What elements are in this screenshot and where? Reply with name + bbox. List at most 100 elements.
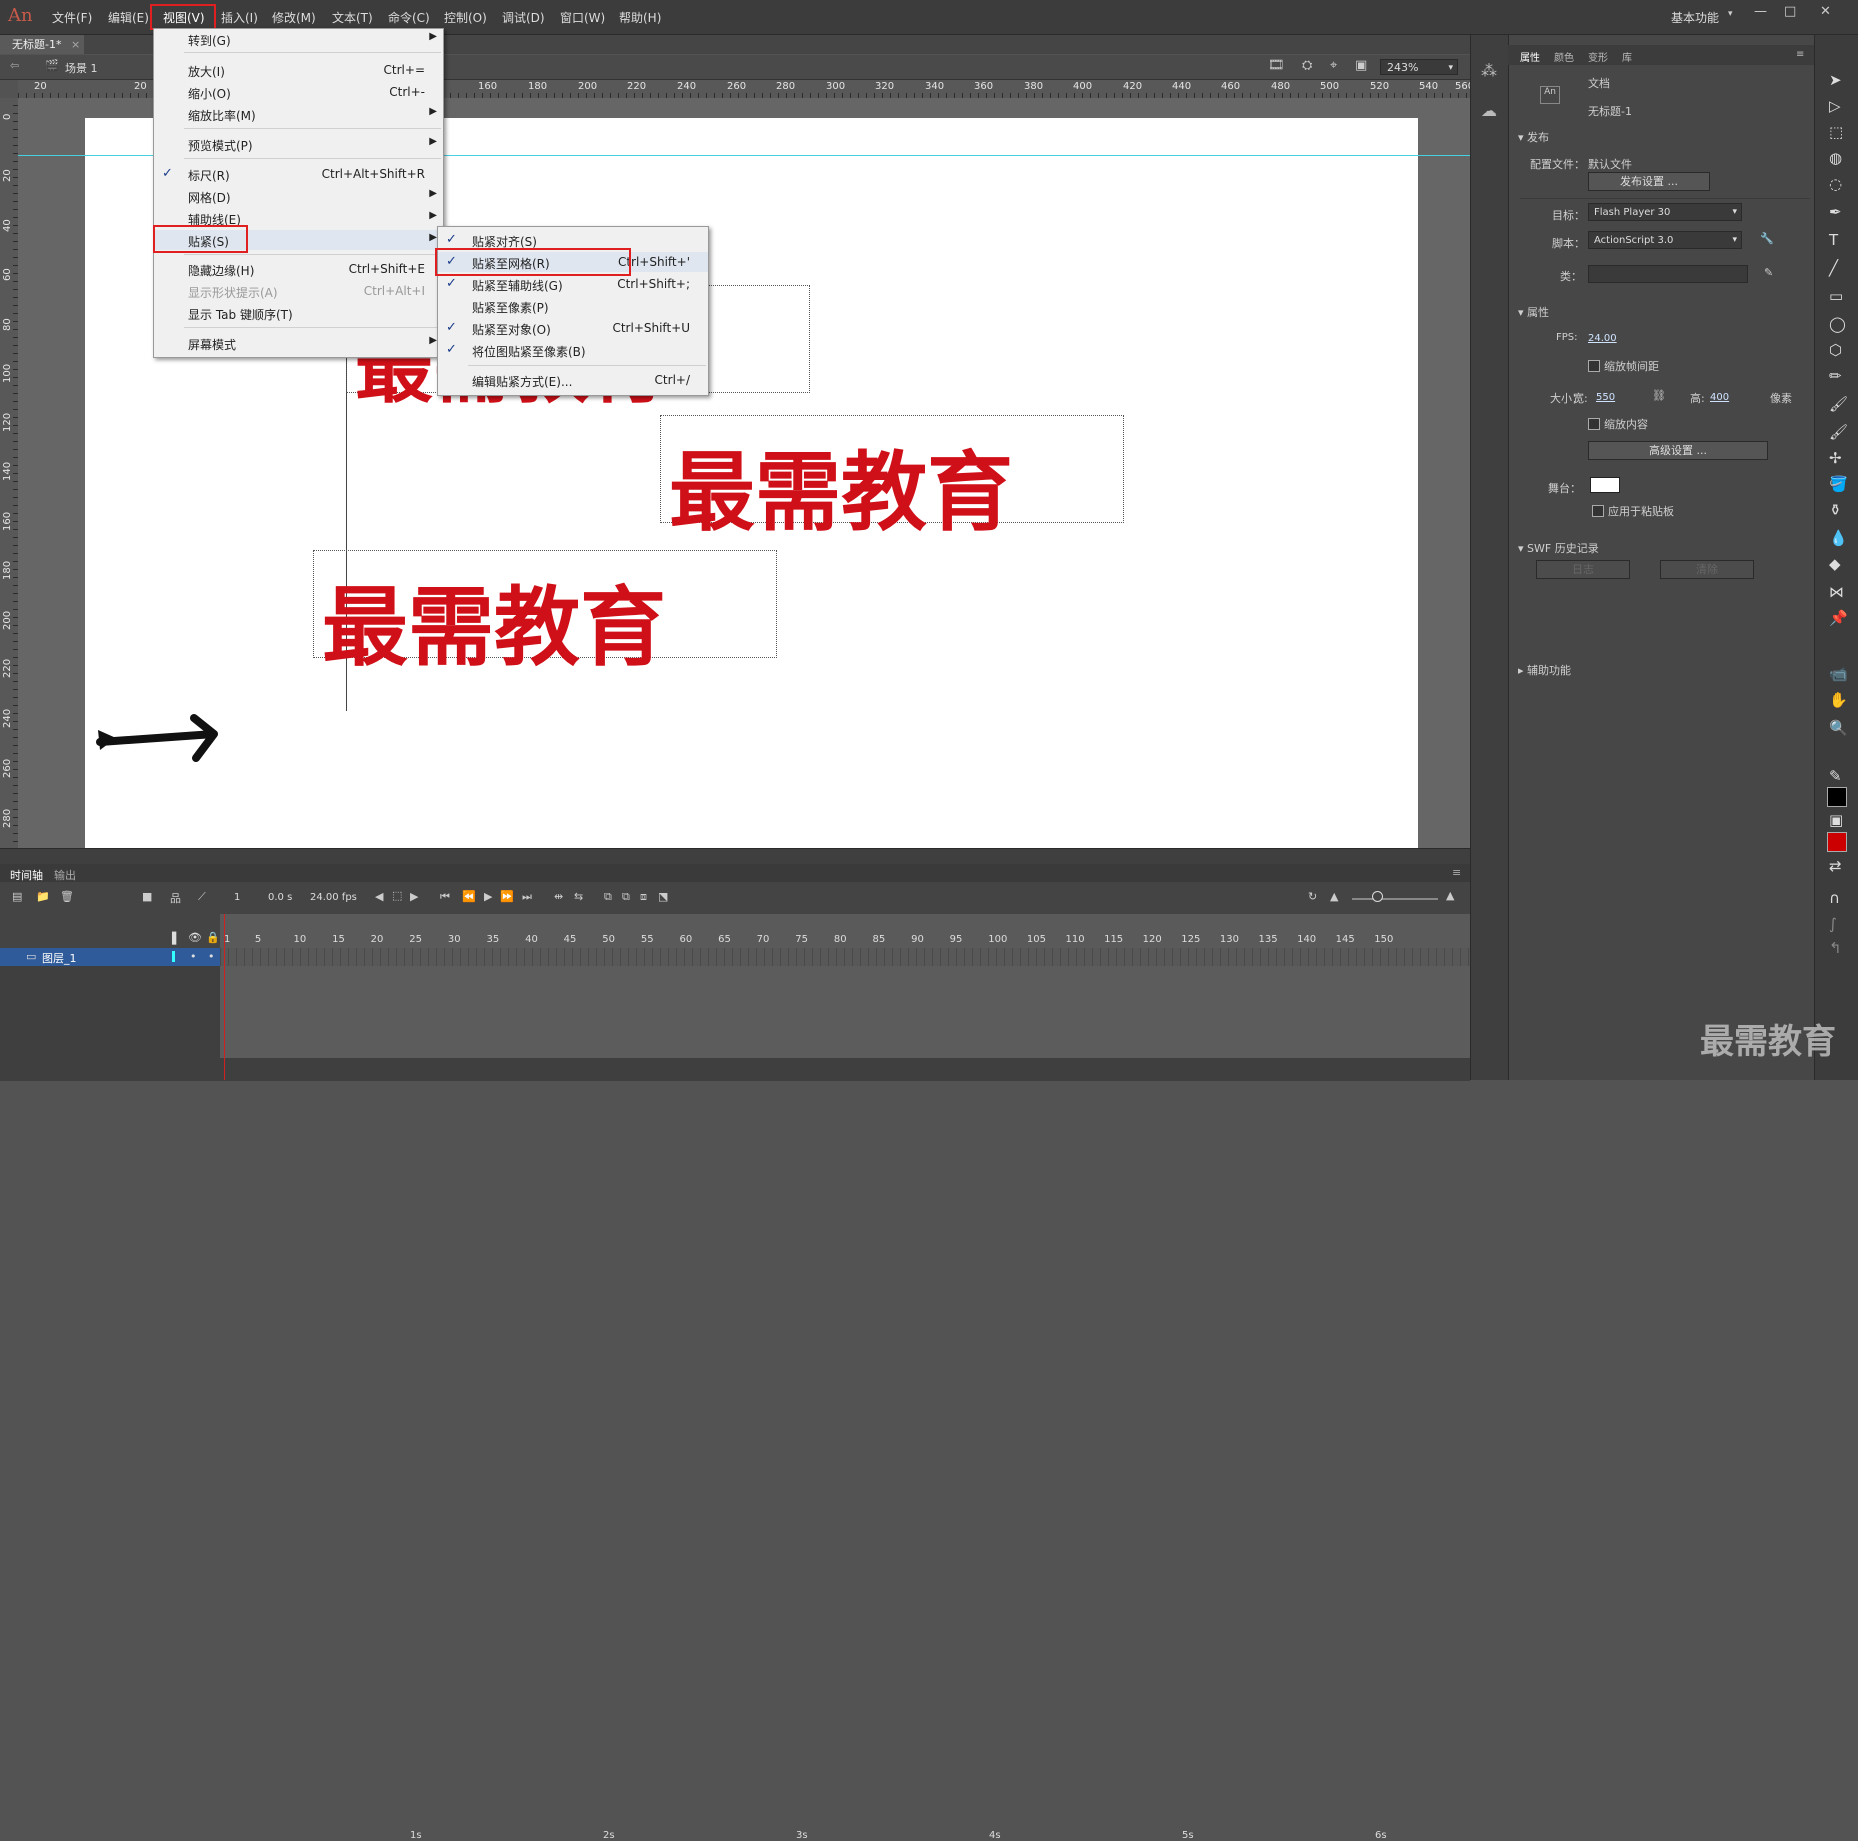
snap-bitmap-to-pixels[interactable]: ✓ 将位图贴紧至像素(B)	[438, 340, 708, 360]
components-icon[interactable]: ⁂	[1481, 61, 1497, 80]
zoom-tool-icon[interactable]: 🔍	[1829, 719, 1848, 737]
polystar-tool-icon[interactable]: ⬡	[1829, 341, 1842, 359]
menu-modify[interactable]: 修改(M)	[272, 9, 316, 26]
tab-properties[interactable]: 属性	[1520, 49, 1540, 64]
delete-layer-icon[interactable]: 🗑	[60, 890, 74, 903]
minimize-icon[interactable]: —	[1754, 4, 1767, 19]
text-box-3[interactable]: 最需教育	[313, 550, 777, 678]
link-icon[interactable]: ⛓	[1652, 389, 1666, 402]
stroke-color-swatch[interactable]	[1827, 787, 1847, 807]
lasso-tool-icon[interactable]: ◌	[1829, 175, 1842, 193]
workspace-switcher[interactable]: 基本功能	[1671, 9, 1719, 26]
eraser-tool-icon[interactable]: ◆	[1829, 555, 1841, 573]
rectangle-tool-icon[interactable]: ▭	[1829, 287, 1843, 305]
tab-transform[interactable]: 变形	[1588, 49, 1608, 64]
menu-help[interactable]: 帮助(H)	[619, 9, 661, 26]
layer-color-indicator[interactable]	[172, 951, 175, 962]
maximize-icon[interactable]: □	[1784, 4, 1796, 19]
onion-skin-icon[interactable]: ⧉	[604, 890, 612, 904]
paint-bucket-tool-icon[interactable]: 🪣	[1829, 475, 1848, 493]
refresh-icon[interactable]: ↻	[1308, 890, 1317, 903]
apply-clipboard-checkbox[interactable]	[1592, 505, 1604, 517]
timeline-zoom-slider[interactable]	[1352, 898, 1438, 900]
subselection-tool-icon[interactable]: ▷	[1829, 97, 1841, 115]
tab-color[interactable]: 颜色	[1554, 49, 1574, 64]
view-menu-zoom-in[interactable]: 放大(I) Ctrl+=	[154, 60, 443, 80]
wrench-icon[interactable]: 🔧	[1760, 232, 1774, 245]
camera-tool-icon[interactable]: 📹	[1829, 665, 1848, 683]
view-menu-magnification[interactable]: 缩放比率(M) ▶	[154, 104, 443, 124]
view-menu-preview-mode[interactable]: 预览模式(P) ▶	[154, 134, 443, 154]
step-back-icon[interactable]: ⏪	[462, 890, 476, 903]
tab-timeline[interactable]: 时间轴	[10, 867, 43, 883]
class-input[interactable]	[1588, 265, 1748, 283]
timeline-fps[interactable]: 24.00 fps	[310, 892, 357, 903]
current-frame[interactable]: 1	[234, 892, 240, 903]
layer-row[interactable]: ▭ 图层_1 • •	[0, 948, 220, 966]
timeline-menu-icon[interactable]: ≡	[1452, 866, 1461, 879]
edit-scene-icon[interactable]: 🎞	[1268, 58, 1285, 73]
stage-color-swatch[interactable]	[1590, 477, 1620, 493]
target-select[interactable]: Flash Player 30 ▾	[1588, 203, 1742, 221]
layer-parenting-icon[interactable]: 品	[170, 890, 181, 906]
back-arrow-icon[interactable]: ⇦	[10, 59, 19, 72]
modify-markers-icon[interactable]: ⬔	[658, 890, 668, 903]
insert-marker-icon[interactable]: ⬚	[392, 889, 402, 902]
document-tab[interactable]: 无标题-1* ×	[0, 35, 84, 54]
view-menu-screen-mode[interactable]: 屏幕模式 ▶	[154, 333, 443, 353]
center-stage-icon[interactable]: ⌖	[1330, 58, 1337, 73]
straighten-icon[interactable]: ↰	[1829, 939, 1842, 957]
publish-settings-button[interactable]: 发布设置 ...	[1588, 172, 1710, 191]
layer-lock-dot[interactable]: •	[208, 950, 215, 963]
cc-libraries-icon[interactable]: ☁	[1481, 101, 1497, 120]
zoom-out-small-icon[interactable]: ▲	[1330, 890, 1338, 903]
menu-insert[interactable]: 插入(I)	[221, 9, 258, 26]
view-menu-tab-order[interactable]: 显示 Tab 键顺序(T)	[154, 303, 443, 323]
onion-skin-outline-icon[interactable]: ⧉	[622, 890, 630, 904]
snap-to-pixels[interactable]: 贴紧至像素(P)	[438, 296, 708, 316]
menu-control[interactable]: 控制(O)	[444, 9, 487, 26]
new-folder-icon[interactable]: 📁	[36, 890, 50, 903]
first-frame-icon[interactable]: ⏮	[440, 890, 450, 904]
tab-output[interactable]: 输出	[54, 867, 76, 883]
layer-visible-dot[interactable]: •	[190, 950, 197, 963]
fill-color-swatch[interactable]	[1827, 832, 1847, 852]
show-hide-icon[interactable]: 👁	[188, 931, 202, 944]
menu-edit[interactable]: 编辑(E)	[108, 9, 149, 26]
current-time[interactable]: 0.0 s	[268, 892, 292, 903]
menu-commands[interactable]: 命令(C)	[388, 9, 430, 26]
panel-menu-icon[interactable]: ≡	[1796, 49, 1804, 60]
oval-tool-icon[interactable]: ◯	[1829, 315, 1846, 333]
last-frame-icon[interactable]: ⏭	[522, 890, 532, 904]
view-menu-grid[interactable]: 网格(D) ▶	[154, 186, 443, 206]
close-icon[interactable]: ✕	[1820, 4, 1831, 19]
view-menu-goto[interactable]: 转到(G) ▶	[154, 29, 443, 49]
3d-rotation-tool-icon[interactable]: ◍	[1829, 149, 1842, 167]
advanced-settings-button[interactable]: 高级设置 ...	[1588, 441, 1768, 460]
menu-file[interactable]: 文件(F)	[52, 9, 92, 26]
accessibility-section[interactable]: ▸ 辅助功能	[1518, 662, 1571, 678]
snap-to-guides[interactable]: ✓ 贴紧至辅助线(G) Ctrl+Shift+;	[438, 274, 708, 294]
step-forward-icon[interactable]: ⏩	[500, 890, 514, 903]
next-marker-icon[interactable]: ▶	[410, 890, 418, 903]
selection-tool-icon[interactable]: ➤	[1829, 71, 1842, 89]
view-menu-rulers[interactable]: ✓ 标尺(R) Ctrl+Alt+Shift+R	[154, 164, 443, 184]
edit-symbol-icon[interactable]: ⛭	[1302, 58, 1312, 73]
menu-text[interactable]: 文本(T)	[332, 9, 373, 26]
eyedropper-tool-icon[interactable]: 💧	[1829, 529, 1848, 547]
pin-tool-icon[interactable]: 📌	[1829, 609, 1848, 627]
camera-layer-icon[interactable]: ■	[142, 890, 152, 903]
arrow-shape[interactable]	[94, 708, 234, 768]
line-tool-icon[interactable]: ╱	[1829, 259, 1838, 277]
swap-colors-icon[interactable]: ⇄	[1829, 857, 1842, 875]
paint-brush-tool-icon[interactable]: 🖌	[1829, 395, 1848, 413]
text-tool-icon[interactable]: T	[1829, 231, 1838, 249]
play-icon[interactable]: ▶	[484, 890, 492, 903]
snap-to-objects[interactable]: ✓ 贴紧至对象(O) Ctrl+Shift+U	[438, 318, 708, 338]
snap-to-objects-icon[interactable]: ∩	[1829, 889, 1840, 907]
pencil-tool-icon[interactable]: ✏	[1829, 367, 1842, 385]
bone-tool-icon[interactable]: ✢	[1829, 449, 1842, 467]
zoom-select[interactable]: 243% ▾	[1380, 59, 1458, 75]
properties-section[interactable]: ▾ 属性	[1518, 304, 1549, 320]
script-select[interactable]: ActionScript 3.0 ▾	[1588, 231, 1742, 249]
